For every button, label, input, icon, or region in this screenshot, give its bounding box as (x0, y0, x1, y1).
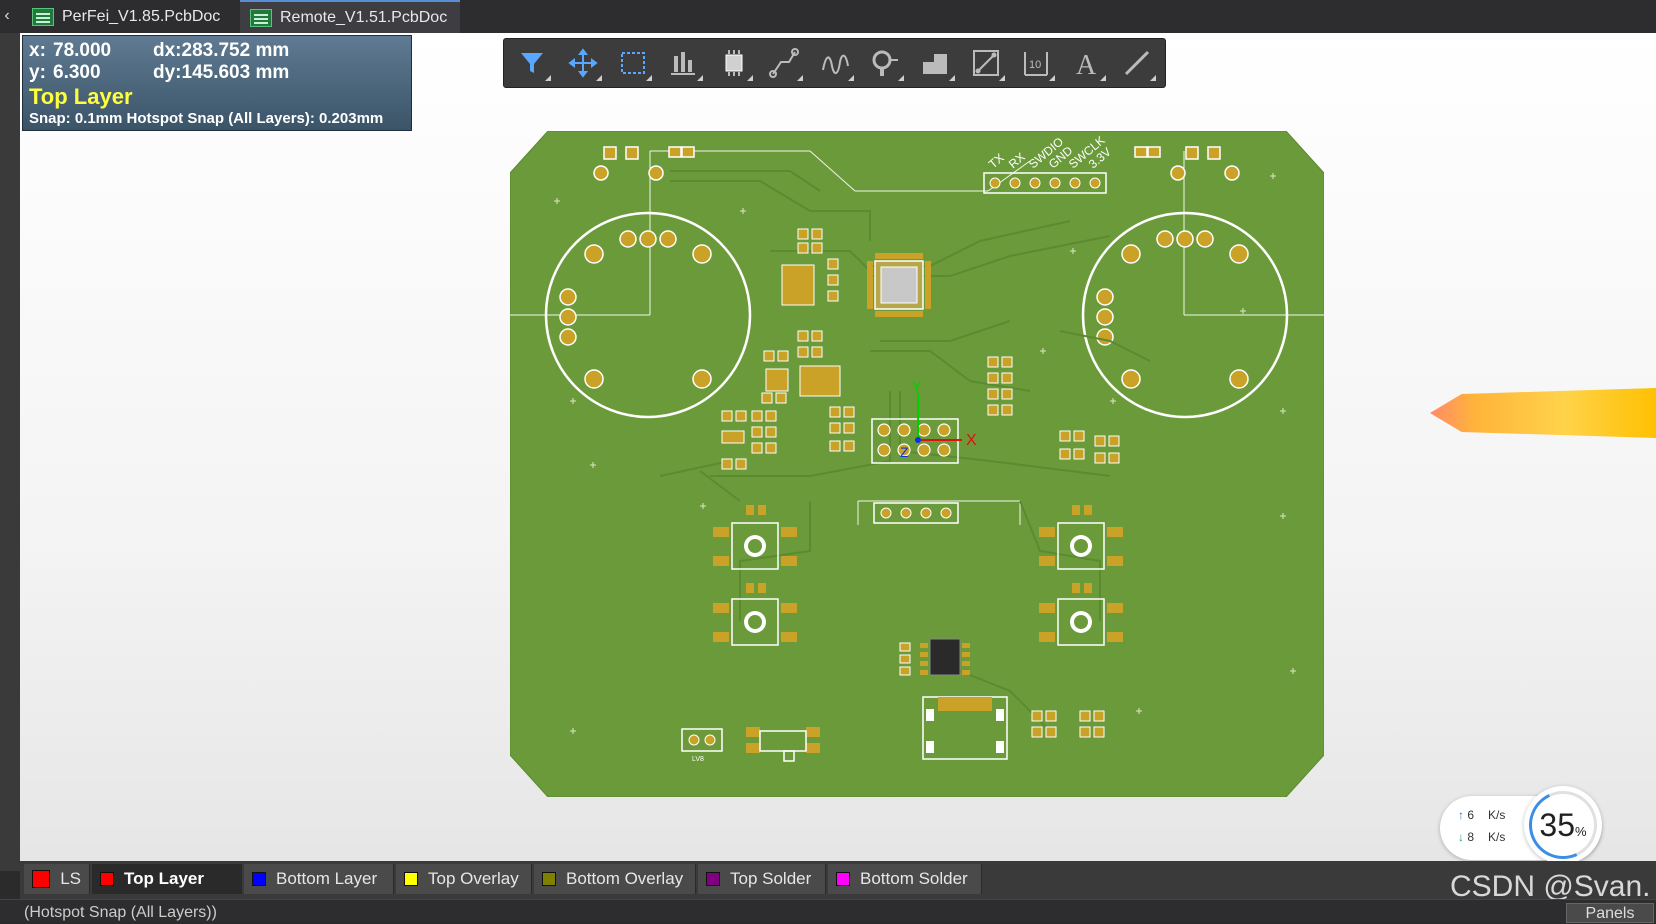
tab-label: Remote_V1.51.PcbDoc (280, 8, 448, 26)
layer-color-swatch (252, 872, 266, 886)
download-unit: K/s (1488, 830, 1506, 844)
layer-set-label: LS (60, 869, 81, 888)
via-icon (872, 50, 898, 76)
cpu-usage-value: 35% (1539, 806, 1587, 843)
layer-tab-bar: LS Top Layer Bottom Layer Top Overlay Bo… (20, 861, 1656, 899)
hud-y-value: 6.300 (53, 62, 101, 83)
interactive-route-tool-button[interactable] (966, 43, 1006, 83)
layer-tab-bottom-overlay[interactable]: Bottom Overlay (534, 864, 696, 894)
panels-button[interactable]: Panels (1566, 903, 1654, 923)
filter-icon (521, 53, 544, 73)
hud-dx-value: dx:283.752 mm (153, 40, 290, 61)
component-icon (725, 50, 743, 76)
coordinate-hud: x: 78.000 dx:283.752 mm y: 6.300 dy:145.603 … (22, 35, 412, 131)
svg-text:10: 10 (1029, 59, 1041, 71)
upload-unit: K/s (1488, 808, 1506, 822)
hud-x-value: 78.000 (53, 40, 112, 61)
active-bar-toolbar: 10 A (503, 38, 1166, 88)
upload-arrow-icon: ↑ (1458, 808, 1464, 822)
dimension-icon: 10 (1024, 52, 1049, 76)
tab-perfei-pcbdoc[interactable]: PerFei_V1.85.PcbDoc (22, 0, 238, 33)
line-tool-button[interactable] (1117, 43, 1157, 83)
align-tool-button[interactable] (663, 43, 703, 83)
layer-set-button[interactable]: LS (24, 864, 90, 894)
layer-color-swatch (100, 872, 114, 886)
layer-tab-top-solder[interactable]: Top Solder (698, 864, 826, 894)
layer-tab-bottom-layer[interactable]: Bottom Layer (244, 864, 394, 894)
layer-color-swatch (706, 872, 720, 886)
diff-pair-tool-button[interactable] (814, 43, 855, 83)
move-icon (567, 48, 598, 78)
layer-tab-label: Bottom Solder (860, 869, 968, 888)
hud-snap-info: Snap: 0.1mm Hotspot Snap (All Layers): 0… (29, 110, 384, 127)
upload-value: 6 (1467, 808, 1475, 822)
component-tool-button[interactable] (714, 43, 754, 83)
status-text: (Hotspot Snap (All Layers)) (24, 904, 217, 921)
layer-tab-label: Bottom Overlay (566, 869, 684, 888)
align-icon (671, 52, 696, 75)
diff-pair-icon (821, 54, 849, 74)
orange-glow-decoration (1430, 388, 1656, 438)
axis-label-x: X (966, 432, 977, 449)
hud-dy-value: dy:145.603 mm (153, 62, 290, 83)
hud-y-row: y: 6.300 dy:145.603 mm (29, 62, 405, 84)
hud-y-label: y: (29, 62, 46, 83)
axis-label-y: Y (912, 378, 922, 394)
current-layer-color-swatch (32, 870, 51, 888)
interactive-route-icon (972, 50, 999, 76)
layer-tab-bottom-solder[interactable]: Bottom Solder (828, 864, 982, 894)
axis-label-z: Z (900, 444, 909, 460)
download-speed: ↓ 8 K/s (1458, 830, 1505, 844)
select-tool-button[interactable] (613, 43, 653, 83)
route-icon (769, 48, 800, 78)
layer-tab-label: Bottom Layer (276, 869, 378, 888)
hud-x-row: x: 78.000 dx:283.752 mm (29, 40, 405, 62)
tab-label: PerFei_V1.85.PcbDoc (62, 7, 221, 25)
download-arrow-icon: ↓ (1458, 830, 1464, 844)
select-rect-icon (620, 52, 645, 74)
upload-speed: ↑ 6 K/s (1458, 808, 1505, 822)
via-tool-button[interactable] (865, 43, 905, 83)
pcb-doc-icon (250, 8, 272, 27)
usb-connector-pins (938, 697, 992, 711)
line-icon (1124, 50, 1149, 76)
pcb-doc-icon (32, 7, 54, 26)
route-tool-button[interactable] (764, 43, 804, 83)
svg-text:A: A (1076, 50, 1097, 78)
layer-tab-label: Top Overlay (428, 869, 519, 888)
text-icon: A (1076, 50, 1097, 78)
layer-color-swatch (836, 872, 850, 886)
layer-color-swatch (404, 872, 418, 886)
pcb-board[interactable]: TX RX SWDIO GND SWCLK 3.3V Y X Z LV8 (510, 131, 1324, 797)
layer-tab-label: Top Solder (730, 869, 812, 888)
mcu-chip (867, 253, 931, 317)
download-value: 8 (1467, 830, 1475, 844)
hud-x-label: x: (29, 40, 46, 61)
text-tool-button[interactable]: A (1066, 43, 1107, 83)
polygon-tool-button[interactable] (915, 43, 955, 83)
left-panel-strip[interactable] (0, 33, 20, 871)
status-bar: (Hotspot Snap (All Layers)) Panels (0, 899, 1656, 923)
document-tab-bar: ‹ PerFei_V1.85.PcbDoc Remote_V1.51.PcbDo… (0, 0, 1656, 33)
layer-tab-label: Top Layer (124, 869, 204, 888)
filter-tool-button[interactable] (512, 43, 552, 83)
dimension-tool-button[interactable]: 10 (1016, 43, 1056, 83)
tab-remote-pcbdoc[interactable]: Remote_V1.51.PcbDoc (240, 0, 460, 33)
tab-scroll-left-icon[interactable]: ‹ (0, 6, 14, 26)
cpu-usage-badge[interactable]: 35% (1519, 781, 1607, 869)
soic-chip (899, 638, 970, 676)
layer-color-swatch (542, 872, 556, 886)
layer-tab-top-overlay[interactable]: Top Overlay (396, 864, 532, 894)
hud-current-layer: Top Layer (29, 84, 133, 109)
move-tool-button[interactable] (562, 43, 603, 83)
lv-label: LV8 (692, 756, 704, 763)
polygon-icon (923, 54, 948, 74)
layer-tab-top-layer[interactable]: Top Layer (92, 864, 242, 894)
